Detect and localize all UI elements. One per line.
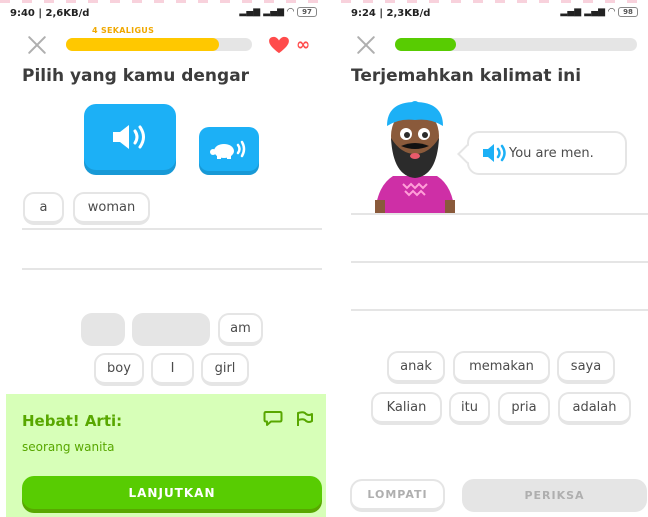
word-chip-kalian[interactable]: Kalian <box>371 392 442 425</box>
answer-line <box>351 309 648 311</box>
word-chip-girl[interactable]: girl <box>201 353 249 386</box>
word-slot-used <box>132 313 210 346</box>
top-watermark <box>0 0 327 3</box>
streak-label: 4 SEKALIGUS <box>92 26 155 35</box>
word-chip-anak[interactable]: anak <box>387 351 445 384</box>
speaker-icon <box>113 125 145 149</box>
character-avatar <box>375 101 455 214</box>
answer-line <box>351 261 648 263</box>
signal-icon: ▂▄▆ ▂▄▆ <box>560 7 606 17</box>
check-button[interactable]: PERIKSA <box>462 479 647 512</box>
word-chip-pria[interactable]: pria <box>498 392 550 425</box>
lesson-progress-bar <box>395 38 637 51</box>
infinity-hearts: ∞ <box>296 35 311 55</box>
progress-fill <box>395 38 456 51</box>
feedback-title: Hebat! Arti: <box>22 412 123 430</box>
play-audio-button[interactable] <box>84 104 176 170</box>
progress-fill <box>66 38 219 51</box>
heart-icon <box>269 36 289 54</box>
lesson-progress-bar <box>66 38 252 51</box>
answer-line <box>351 213 648 215</box>
prompt-bubble: You are men. <box>457 131 627 175</box>
word-slot-used <box>81 313 125 346</box>
answer-line <box>22 228 322 230</box>
word-chip-adalah[interactable]: adalah <box>558 392 631 425</box>
status-bar: 9:40 | 2,6KB/d ▂▄▆ ▂▄▆ ◠ 97 <box>0 6 327 22</box>
report-flag-icon[interactable] <box>294 410 314 428</box>
battery-icon: 98 <box>618 7 638 17</box>
listen-exercise-screen: 9:40 | 2,6KB/d ▂▄▆ ▂▄▆ ◠ 97 4 SEKALIGUS … <box>0 0 327 517</box>
continue-button[interactable]: LANJUTKAN <box>22 476 322 509</box>
word-chip-saya[interactable]: saya <box>557 351 615 384</box>
word-chip-memakan[interactable]: memakan <box>453 351 550 384</box>
status-time: 9:40 | 2,6KB/d <box>10 8 90 19</box>
word-chip-itu[interactable]: itu <box>449 392 490 425</box>
signal-icon: ▂▄▆ ▂▄▆ <box>239 7 285 17</box>
play-slow-audio-button[interactable] <box>199 127 259 171</box>
page-title: Pilih yang kamu dengar <box>22 66 250 86</box>
word-chip-am[interactable]: am <box>218 313 263 346</box>
feedback-translation: seorang wanita <box>22 440 115 454</box>
word-chip-i[interactable]: I <box>151 353 194 386</box>
prompt-sentence: You are men. <box>509 145 594 161</box>
answer-line <box>22 268 322 270</box>
speaker-icon[interactable] <box>481 143 509 163</box>
wifi-icon: ◠ <box>287 7 294 17</box>
word-chip-boy[interactable]: boy <box>94 353 144 386</box>
answer-chip-a[interactable]: a <box>23 192 64 225</box>
battery-icon: 97 <box>297 7 317 17</box>
answer-chip-woman[interactable]: woman <box>73 192 150 225</box>
wifi-icon: ◠ <box>608 7 615 17</box>
top-watermark <box>341 0 648 3</box>
feedback-panel: Hebat! Arti: seorang wanita LANJUTKAN <box>6 394 326 517</box>
close-icon[interactable] <box>355 34 377 56</box>
translate-exercise-screen: 9:24 | 2,3KB/d ▂▄▆ ▂▄▆ ◠ 98 Terjemahkan … <box>341 0 648 517</box>
status-bar: 9:24 | 2,3KB/d ▂▄▆ ▂▄▆ ◠ 98 <box>341 6 648 22</box>
page-title: Terjemahkan kalimat ini <box>351 66 582 86</box>
turtle-icon <box>210 140 246 159</box>
close-icon[interactable] <box>26 34 48 56</box>
comment-icon[interactable] <box>263 410 283 428</box>
skip-button[interactable]: LOMPATI <box>350 479 445 512</box>
status-time: 9:24 | 2,3KB/d <box>351 8 431 19</box>
